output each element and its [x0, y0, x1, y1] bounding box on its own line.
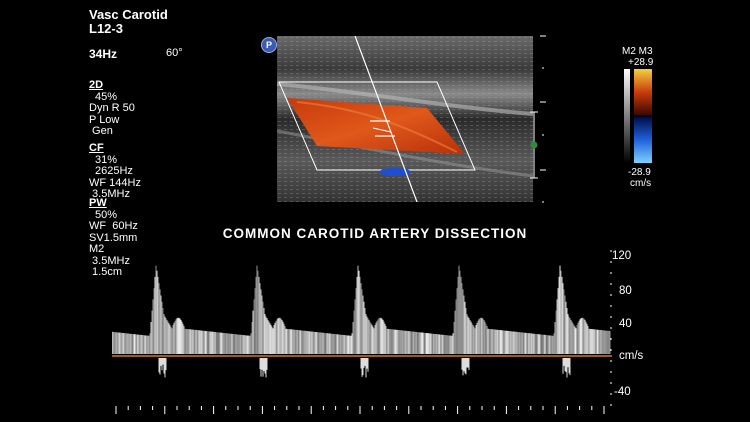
param-line: 2625Hz: [95, 165, 133, 177]
focus-marker-icon: [530, 141, 538, 149]
spectral-doppler-trace[interactable]: [112, 250, 622, 410]
params-cf-heading: CF: [89, 142, 104, 154]
color-unit-label: cm/s: [630, 178, 652, 189]
params-2d: 2D 45% Dyn R 50 P Low Gen: [89, 79, 135, 138]
grayscale-bar: [624, 69, 630, 163]
velocity-tick-label: 120: [612, 250, 632, 262]
preset-label: Vasc Carotid: [89, 7, 168, 22]
angle-label: 60°: [166, 47, 183, 59]
probe-label: L12-3: [89, 21, 123, 36]
color-min-label: -28.9: [628, 167, 651, 178]
velocity-tick-label: 80: [619, 285, 632, 297]
exam-title: COMMON CAROTID ARTERY DISSECTION: [222, 226, 528, 241]
time-scale: [115, 406, 605, 414]
param-line: Dyn R 50: [89, 102, 135, 114]
params-2d-heading: 2D: [89, 79, 104, 91]
velocity-tick-label: 40: [619, 318, 632, 330]
bmode-color-image[interactable]: [277, 36, 533, 202]
probe-orientation-marker: P: [261, 37, 277, 53]
velocity-unit-label: cm/s: [619, 350, 644, 362]
spectral-waveform: [112, 265, 611, 378]
color-map-label: M2 M3: [622, 46, 653, 57]
velocity-tick-label: -40: [614, 386, 631, 398]
depth-scale: [530, 35, 546, 203]
frame-rate: 34Hz: [89, 47, 118, 61]
params-cf: CF 31% 2625Hz WF 144Hz 3.5MHz: [89, 142, 141, 201]
velocity-color-bar: [634, 69, 652, 163]
color-max-label: +28.9: [628, 57, 654, 68]
color-velocity-bar: M2 M3 +28.9 -28.9 cm/s: [622, 46, 662, 196]
params-pw-heading: PW: [89, 197, 107, 209]
param-line: Gen: [89, 125, 113, 137]
